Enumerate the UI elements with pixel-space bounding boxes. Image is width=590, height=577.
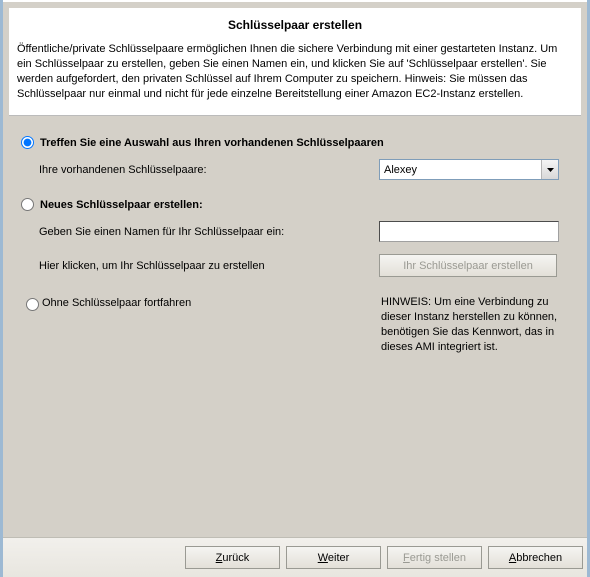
finish-button[interactable]: Fertig stellen: [387, 546, 482, 569]
intro-panel: Schlüsselpaar erstellen Öffentliche/priv…: [9, 8, 581, 116]
finish-access: F: [403, 552, 410, 564]
cancel-rest: bbrechen: [516, 552, 562, 564]
chevron-down-icon: [541, 160, 558, 179]
next-rest: eiter: [328, 552, 349, 564]
create-keypair-button[interactable]: Ihr Schlüsselpaar erstellen: [379, 254, 557, 277]
new-keypair-name-label: Geben Sie einen Namen für Ihr Schlüsselp…: [39, 226, 379, 238]
back-rest: urück: [222, 552, 249, 564]
radio-no-keypair[interactable]: [26, 298, 39, 311]
finish-rest: ertig stellen: [410, 552, 466, 564]
radio-label-none: Ohne Schlüsselpaar fortfahren: [42, 297, 191, 309]
new-keypair-name-input[interactable]: [379, 221, 559, 242]
create-keypair-hint: Hier klicken, um Ihr Schlüsselpaar zu er…: [39, 260, 379, 272]
back-button[interactable]: Zurück: [185, 546, 280, 569]
radio-label-existing: Treffen Sie eine Auswahl aus Ihren vorha…: [40, 137, 384, 149]
option-no-keypair: Ohne Schlüsselpaar fortfahren HINWEIS: U…: [21, 295, 579, 354]
no-keypair-hint: HINWEIS: Um eine Verbindung zu dieser In…: [381, 295, 561, 354]
cancel-button[interactable]: Abbrechen: [488, 546, 583, 569]
dialog-title: Schlüsselpaar erstellen: [17, 18, 573, 32]
option-existing-keypair: Treffen Sie eine Auswahl aus Ihren vorha…: [21, 136, 579, 180]
select-value: Alexey: [380, 164, 541, 176]
next-access: W: [318, 552, 328, 564]
radio-existing-keypair[interactable]: [21, 136, 34, 149]
dialog-window: Schlüsselpaar erstellen Öffentliche/priv…: [0, 0, 590, 577]
next-button[interactable]: Weiter: [286, 546, 381, 569]
option-new-keypair: Neues Schlüsselpaar erstellen: Geben Sie…: [21, 198, 579, 277]
radio-label-new: Neues Schlüsselpaar erstellen:: [40, 199, 203, 211]
content-area: Treffen Sie eine Auswahl aus Ihren vorha…: [3, 122, 587, 537]
intro-text: Öffentliche/private Schlüsselpaare ermög…: [17, 42, 573, 101]
existing-keypair-label: Ihre vorhandenen Schlüsselpaare:: [39, 164, 379, 176]
existing-keypair-select[interactable]: Alexey: [379, 159, 559, 180]
footer-bar: Zurück Weiter Fertig stellen Abbrechen: [3, 537, 587, 577]
header-divider: [3, 0, 587, 2]
radio-new-keypair[interactable]: [21, 198, 34, 211]
